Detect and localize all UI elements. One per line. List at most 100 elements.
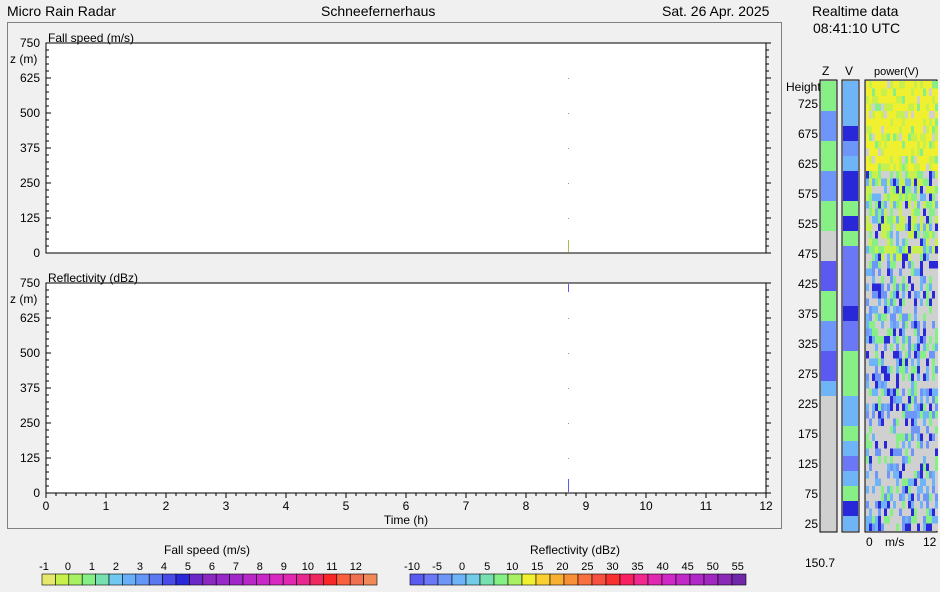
power-cell bbox=[899, 298, 902, 306]
power-cell bbox=[917, 343, 920, 351]
power-cell bbox=[914, 88, 917, 96]
power-cell bbox=[920, 291, 923, 299]
power-cell bbox=[866, 201, 869, 209]
power-cell bbox=[887, 88, 890, 96]
power-cell bbox=[875, 223, 878, 231]
power-cell bbox=[917, 471, 920, 479]
power-cell bbox=[914, 328, 917, 336]
power-cell bbox=[917, 148, 920, 156]
power-cell bbox=[893, 321, 896, 329]
height-label: 225 bbox=[798, 397, 818, 411]
power-cell bbox=[923, 336, 926, 344]
power-cell bbox=[881, 373, 884, 381]
power-cell bbox=[899, 523, 902, 531]
power-cell bbox=[869, 148, 872, 156]
legend-swatch bbox=[81, 573, 96, 586]
power-cell bbox=[869, 163, 872, 171]
power-cell bbox=[920, 388, 923, 396]
power-cell bbox=[890, 118, 893, 126]
power-cell bbox=[866, 103, 869, 111]
power-cell bbox=[911, 133, 914, 141]
x-tick-label: 10 bbox=[639, 499, 653, 513]
power-cell bbox=[932, 396, 935, 404]
power-cell bbox=[923, 238, 926, 246]
power-cell bbox=[869, 186, 872, 194]
power-cell bbox=[905, 261, 908, 269]
power-cell bbox=[929, 343, 932, 351]
power-cell bbox=[878, 358, 881, 366]
power-cell bbox=[866, 418, 869, 426]
legend-swatch bbox=[122, 573, 137, 586]
power-cell bbox=[869, 276, 872, 284]
power-cell bbox=[914, 358, 917, 366]
power-cell bbox=[899, 238, 902, 246]
power-cell bbox=[875, 268, 878, 276]
power-cell bbox=[869, 111, 872, 119]
power-cell bbox=[887, 441, 890, 449]
realtime-profile: 7256756255755254754253753252752251751257… bbox=[798, 79, 938, 548]
power-cell bbox=[929, 396, 932, 404]
power-cell bbox=[890, 463, 893, 471]
power-cell bbox=[875, 186, 878, 194]
power-cell bbox=[917, 216, 920, 224]
power-cell bbox=[920, 463, 923, 471]
power-cell bbox=[935, 88, 938, 96]
power-cell bbox=[875, 351, 878, 359]
power-cell bbox=[914, 276, 917, 284]
power-cell bbox=[878, 133, 881, 141]
power-cell bbox=[872, 81, 875, 89]
power-cell bbox=[893, 111, 896, 119]
power-cell bbox=[920, 178, 923, 186]
power-cell bbox=[935, 358, 938, 366]
power-cell bbox=[917, 238, 920, 246]
power-cell bbox=[920, 358, 923, 366]
power-cell bbox=[911, 433, 914, 441]
power-cell bbox=[920, 231, 923, 239]
power-cell bbox=[902, 118, 905, 126]
fall-speed-plot-area bbox=[45, 42, 767, 254]
power-cell bbox=[866, 441, 869, 449]
power-cell bbox=[935, 231, 938, 239]
power-cell bbox=[893, 396, 896, 404]
power-cell bbox=[926, 291, 929, 299]
z-cell bbox=[821, 306, 836, 321]
power-cell bbox=[902, 321, 905, 329]
power-cell bbox=[869, 156, 872, 164]
power-cell bbox=[893, 501, 896, 509]
power-cell bbox=[866, 336, 869, 344]
power-cell bbox=[905, 133, 908, 141]
power-cell bbox=[881, 448, 884, 456]
power-cell bbox=[902, 231, 905, 239]
y-tick-label: 500 bbox=[20, 106, 40, 120]
power-cell bbox=[920, 373, 923, 381]
legend-swatch bbox=[296, 573, 311, 586]
power-cell bbox=[920, 381, 923, 389]
power-cell bbox=[893, 223, 896, 231]
legend-label: 55 bbox=[732, 561, 744, 573]
power-cell bbox=[884, 231, 887, 239]
power-cell bbox=[911, 81, 914, 89]
power-cell bbox=[878, 96, 881, 104]
power-cell bbox=[905, 501, 908, 509]
power-cell bbox=[881, 231, 884, 239]
time-height-plots: Fall speed (m/s) z (m) 75062550037525012… bbox=[10, 31, 773, 527]
power-cell bbox=[869, 96, 872, 104]
power-cell bbox=[926, 336, 929, 344]
power-cell bbox=[920, 268, 923, 276]
power-cell bbox=[884, 268, 887, 276]
power-cell bbox=[887, 141, 890, 149]
power-cell bbox=[878, 171, 881, 179]
power-cell bbox=[914, 156, 917, 164]
power-cell bbox=[935, 223, 938, 231]
power-cell bbox=[911, 88, 914, 96]
power-cell bbox=[929, 126, 932, 134]
power-cell bbox=[917, 373, 920, 381]
power-cell bbox=[917, 321, 920, 329]
power-cell bbox=[902, 471, 905, 479]
power-cell bbox=[911, 448, 914, 456]
power-cell bbox=[920, 276, 923, 284]
power-cell bbox=[911, 276, 914, 284]
power-cell bbox=[893, 388, 896, 396]
power-cell bbox=[917, 516, 920, 524]
power-cell bbox=[896, 246, 899, 254]
